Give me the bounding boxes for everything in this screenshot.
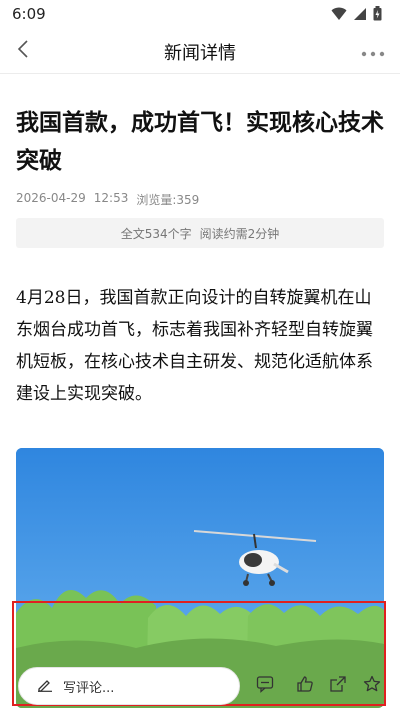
more-dots-icon xyxy=(361,42,385,61)
article-time: 12:53 xyxy=(93,191,129,205)
star-icon xyxy=(363,675,381,697)
article-body: 4月28日，我国首款正向设计的自转旋翼机在山东烟台成功首飞，标志着我国补齐轻型自… xyxy=(16,288,373,404)
wifi-icon xyxy=(331,7,347,21)
article-title: 我国首款，成功首飞！实现核心技术突破 xyxy=(16,109,384,174)
nav-bar: 新闻详情 xyxy=(0,28,400,74)
comments-button[interactable] xyxy=(252,673,278,699)
article-views: 浏览量:359 xyxy=(136,193,200,207)
thumbs-up-icon xyxy=(296,675,314,697)
page-title: 新闻详情 xyxy=(164,43,236,64)
summary-word-count: 全文534个字 xyxy=(120,226,192,241)
article-meta: 2026-04-29 12:53 浏览量:359 xyxy=(16,191,199,208)
bottom-action-bar: 写评论... xyxy=(12,601,386,706)
share-icon xyxy=(329,675,347,697)
reading-summary: 全文534个字 阅读约需2分钟 xyxy=(16,218,384,248)
article-date: 2026-04-29 xyxy=(16,191,86,205)
status-time: 6:09 xyxy=(12,5,46,23)
battery-icon xyxy=(373,6,382,21)
pencil-icon xyxy=(37,677,53,696)
favorite-button[interactable] xyxy=(359,673,385,699)
comment-input[interactable]: 写评论... xyxy=(18,667,240,705)
signal-icon xyxy=(353,7,367,21)
comment-icon xyxy=(256,675,274,697)
comment-placeholder: 写评论... xyxy=(63,680,115,696)
summary-read-time: 阅读约需2分钟 xyxy=(199,226,280,241)
status-bar: 6:09 xyxy=(0,0,400,28)
more-button[interactable] xyxy=(358,36,388,66)
share-button[interactable] xyxy=(325,673,351,699)
like-button[interactable] xyxy=(292,673,318,699)
status-icons xyxy=(331,6,382,21)
